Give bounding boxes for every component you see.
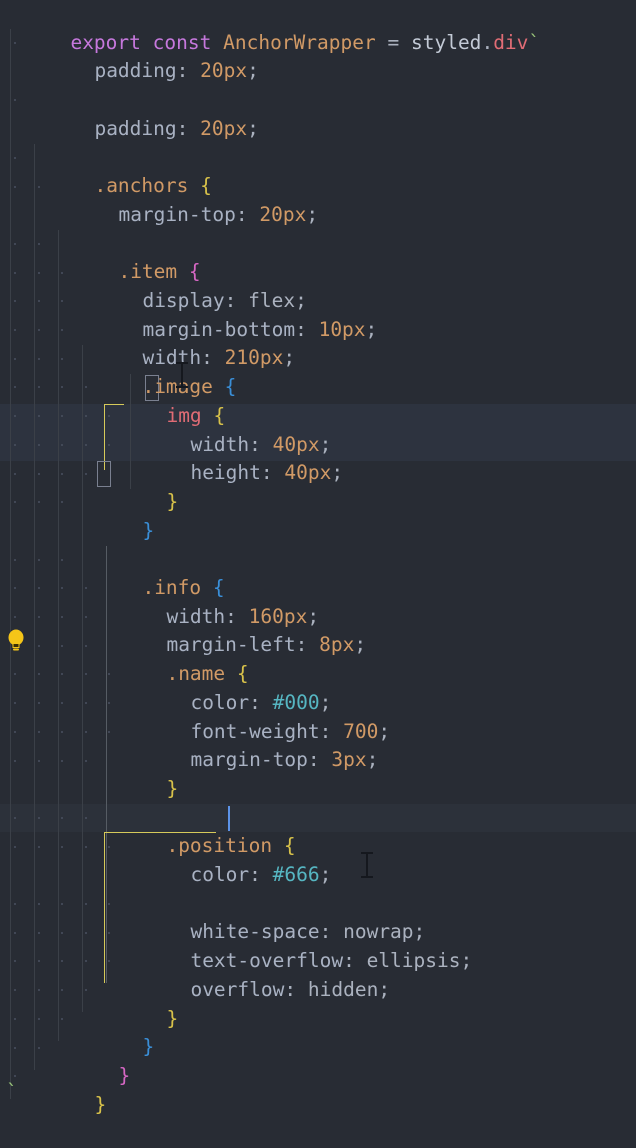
code-line[interactable]: .info {	[0, 545, 636, 599]
code-line-current[interactable]: .position {	[0, 804, 636, 857]
code-line[interactable]: color: #000;	[0, 660, 636, 714]
code-line[interactable]: }	[0, 976, 636, 1030]
code-line[interactable]: img {	[0, 373, 636, 427]
code-line[interactable]: margin-top: 20px;	[0, 172, 636, 226]
code-line[interactable]: margin-bottom: 10px;	[0, 287, 636, 341]
code-line[interactable]: width: 210px;	[0, 316, 636, 369]
token-template-backtick-end: `	[6, 1080, 18, 1103]
code-line[interactable]: }	[0, 746, 636, 800]
code-line[interactable]: margin-top: 3px;	[0, 718, 636, 771]
code-line[interactable]: }	[0, 488, 636, 542]
code-line[interactable]: .item {	[0, 230, 636, 283]
code-line[interactable]: }	[0, 1033, 636, 1087]
code-line-blank[interactable]	[0, 861, 636, 890]
code-line[interactable]: white-space: nowrap;	[0, 890, 636, 943]
code-line[interactable]: .name {	[0, 631, 636, 685]
code-line-blank[interactable]	[0, 201, 636, 230]
code-line[interactable]: color: #666;	[0, 832, 636, 886]
code-line[interactable]: }	[0, 1062, 636, 1116]
text-insertion-caret	[228, 806, 230, 831]
code-line[interactable]: width: 40px;	[0, 402, 636, 456]
code-line[interactable]: .image {	[0, 344, 636, 398]
code-editor-viewport[interactable]: export const AnchorWrapper = styled.div`…	[0, 0, 636, 1116]
code-line-blank[interactable]	[0, 57, 636, 86]
mouse-ibeam-cursor	[176, 362, 188, 388]
code-line[interactable]: padding: 20px;	[0, 29, 636, 82]
code-line[interactable]: padding: 20px;	[0, 86, 636, 140]
code-line[interactable]: display: flex;	[0, 258, 636, 312]
code-line[interactable]: margin-left: 8px;	[0, 603, 636, 656]
code-line[interactable]: text-overflow: ellipsis;	[0, 918, 636, 972]
code-line[interactable]: height: 40px;	[0, 431, 636, 484]
code-line[interactable]: }	[0, 1005, 636, 1058]
code-line-blank[interactable]	[0, 115, 636, 144]
code-line[interactable]: width: 160px;	[0, 574, 636, 628]
token-brace-close: }	[94, 1092, 107, 1116]
code-line[interactable]: font-weight: 700;	[0, 689, 636, 743]
code-line-blank[interactable]	[0, 775, 636, 804]
code-line-blank[interactable]	[0, 517, 636, 546]
code-line[interactable]: .anchors {	[0, 144, 636, 197]
mouse-ibeam-cursor	[361, 852, 373, 878]
code-line[interactable]: overflow: hidden;	[0, 947, 636, 1001]
quick-fix-lightbulb-icon[interactable]	[6, 628, 26, 658]
code-line[interactable]: }	[0, 459, 636, 513]
code-line[interactable]: export const AnchorWrapper = styled.div`	[0, 0, 636, 54]
